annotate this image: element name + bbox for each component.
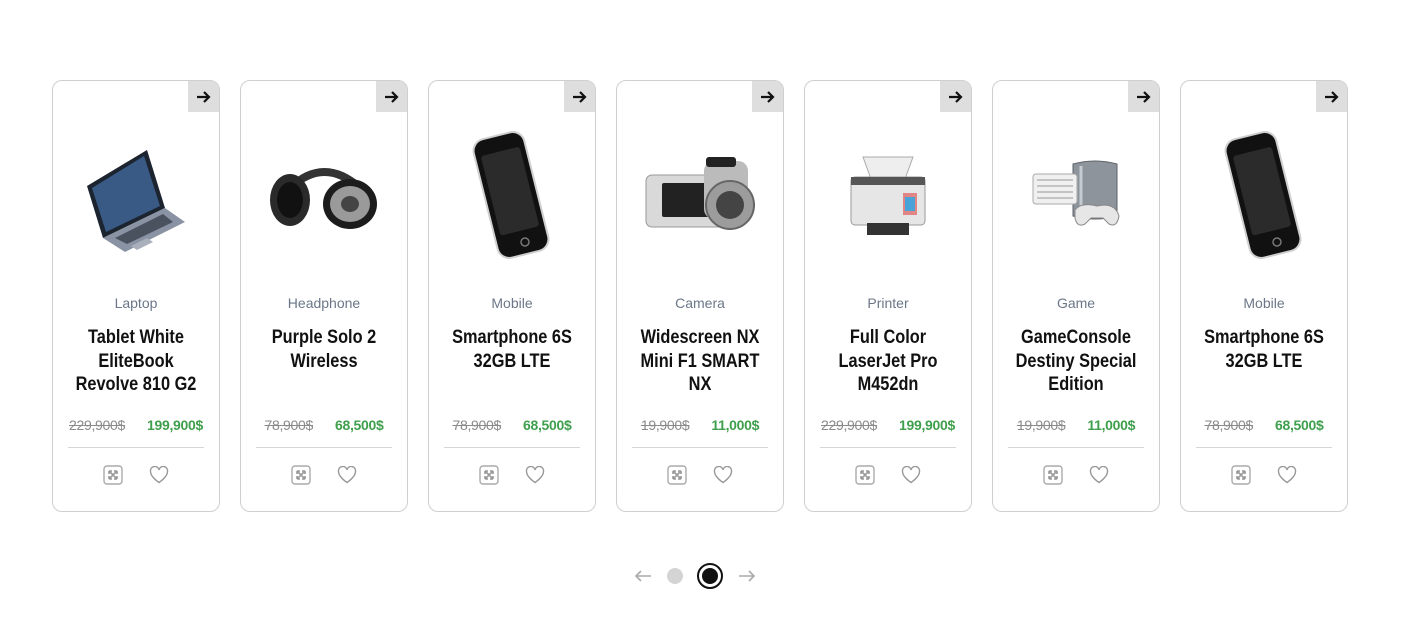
product-title[interactable]: Widescreen NX Mini F1 SMART NX	[637, 326, 763, 397]
old-price: 78,900$	[1204, 417, 1253, 433]
product-category: Mobile	[1243, 295, 1285, 311]
product-title[interactable]: Purple Solo 2 Wireless	[261, 326, 387, 373]
product-category: Camera	[675, 295, 725, 311]
product-category: Game	[1056, 295, 1096, 311]
new-price: 68,500$	[335, 417, 384, 433]
divider	[444, 447, 580, 448]
old-price: 19,900$	[640, 417, 690, 433]
headphones-image[interactable]	[241, 125, 407, 265]
quick-view-icon[interactable]	[291, 465, 311, 485]
product-actions	[53, 465, 219, 485]
old-price: 78,900$	[452, 417, 501, 433]
arrow-right-icon[interactable]	[1128, 81, 1159, 112]
product-prices: 19,900$ 11,000$	[617, 417, 783, 433]
quick-view-icon[interactable]	[855, 465, 875, 485]
heart-icon[interactable]	[149, 465, 169, 485]
product-prices: 78,900$ 68,500$	[241, 417, 407, 433]
arrow-right-icon[interactable]	[188, 81, 219, 112]
product-card[interactable]: Headphone Purple Solo 2 Wireless 78,900$…	[240, 80, 408, 512]
old-price: 78,900$	[264, 417, 313, 433]
heart-icon[interactable]	[525, 465, 545, 485]
new-price: 11,000$	[1087, 417, 1136, 433]
product-prices: 78,900$ 68,500$	[429, 417, 595, 433]
heart-icon[interactable]	[337, 465, 357, 485]
quick-view-icon[interactable]	[103, 465, 123, 485]
product-prices: 78,900$ 68,500$	[1181, 417, 1347, 433]
old-price: 229,900$	[69, 417, 125, 433]
arrow-right-icon[interactable]	[564, 81, 595, 112]
product-card[interactable]: Printer Full Color LaserJet Pro M452dn 2…	[804, 80, 972, 512]
arrow-left-icon[interactable]	[633, 564, 653, 588]
arrow-right-icon[interactable]	[940, 81, 971, 112]
divider	[1196, 447, 1332, 448]
heart-icon[interactable]	[901, 465, 921, 485]
new-price: 11,000$	[711, 417, 760, 433]
arrow-right-icon[interactable]	[737, 564, 757, 588]
smartphone-image[interactable]	[1181, 125, 1347, 265]
heart-icon[interactable]	[1277, 465, 1297, 485]
arrow-right-icon[interactable]	[752, 81, 783, 112]
old-price: 19,900$	[1016, 417, 1066, 433]
product-card[interactable]: Mobile Smartphone 6S 32GB LTE 78,900$ 68…	[428, 80, 596, 512]
product-title[interactable]: Full Color LaserJet Pro M452dn	[825, 326, 951, 397]
product-card[interactable]: Mobile Smartphone 6S 32GB LTE 78,900$ 68…	[1180, 80, 1348, 512]
product-title[interactable]: GameConsole Destiny Special Edition	[1013, 326, 1139, 397]
pagination-dot-2-active[interactable]	[697, 563, 723, 589]
product-category: Printer	[867, 295, 909, 311]
heart-icon[interactable]	[1089, 465, 1109, 485]
product-actions	[993, 465, 1159, 485]
product-actions	[617, 465, 783, 485]
smartphone-image[interactable]	[429, 125, 595, 265]
product-title[interactable]: Tablet White EliteBook Revolve 810 G2	[73, 326, 199, 397]
quick-view-icon[interactable]	[1043, 465, 1063, 485]
product-prices: 19,900$ 11,000$	[993, 417, 1159, 433]
arrow-right-icon[interactable]	[376, 81, 407, 112]
new-price: 68,500$	[523, 417, 572, 433]
product-prices: 229,900$ 199,900$	[805, 417, 971, 433]
product-category: Laptop	[114, 295, 158, 311]
new-price: 199,900$	[899, 417, 955, 433]
quick-view-icon[interactable]	[667, 465, 687, 485]
product-actions	[241, 465, 407, 485]
heart-icon[interactable]	[713, 465, 733, 485]
product-actions	[1181, 465, 1347, 485]
divider	[256, 447, 392, 448]
product-card[interactable]: Camera Widescreen NX Mini F1 SMART NX 19…	[616, 80, 784, 512]
divider	[1008, 447, 1144, 448]
product-actions	[805, 465, 971, 485]
quick-view-icon[interactable]	[479, 465, 499, 485]
divider	[68, 447, 204, 448]
product-category: Mobile	[491, 295, 533, 311]
product-actions	[429, 465, 595, 485]
product-prices: 229,900$ 199,900$	[53, 417, 219, 433]
camera-image[interactable]	[617, 125, 783, 265]
arrow-right-icon[interactable]	[1316, 81, 1347, 112]
quick-view-icon[interactable]	[1231, 465, 1251, 485]
product-title[interactable]: Smartphone 6S 32GB LTE	[1201, 326, 1327, 373]
pagination-dot-1[interactable]	[667, 568, 683, 584]
product-card[interactable]: Game GameConsole Destiny Special Edition…	[992, 80, 1160, 512]
carousel-pagination	[633, 563, 757, 589]
old-price: 229,900$	[821, 417, 877, 433]
laptop-image[interactable]	[53, 125, 219, 265]
product-carousel: Laptop Tablet White EliteBook Revolve 81…	[52, 80, 1348, 512]
product-card[interactable]: Laptop Tablet White EliteBook Revolve 81…	[52, 80, 220, 512]
product-title[interactable]: Smartphone 6S 32GB LTE	[449, 326, 575, 373]
divider	[632, 447, 768, 448]
game-console-image[interactable]	[993, 125, 1159, 265]
new-price: 199,900$	[147, 417, 203, 433]
printer-image[interactable]	[805, 125, 971, 265]
new-price: 68,500$	[1275, 417, 1324, 433]
product-category: Headphone	[287, 295, 361, 311]
divider	[820, 447, 956, 448]
